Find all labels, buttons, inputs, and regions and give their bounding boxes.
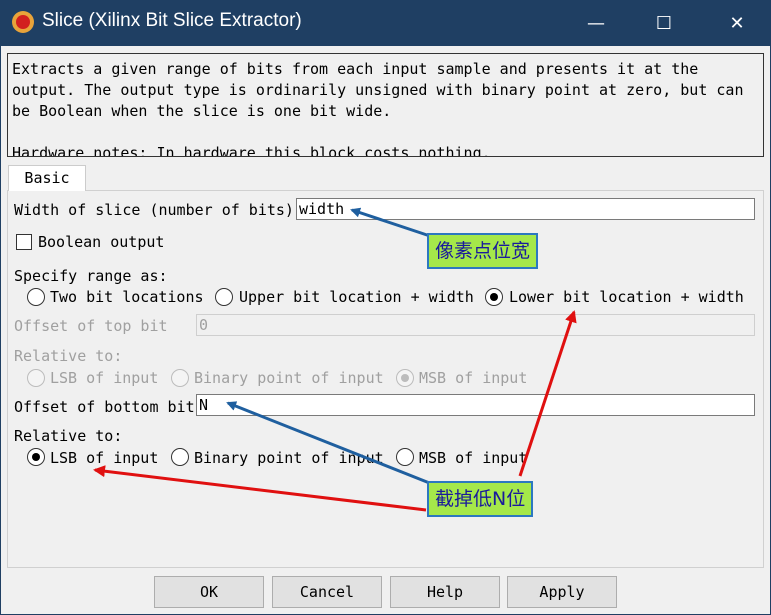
callout-truncate-low-bits: 截掉低N位 (427, 481, 534, 517)
annotation-arrows (93, 207, 577, 512)
ok-button[interactable]: OK (154, 576, 264, 608)
arrow-to-bottom-lsb-option (93, 465, 427, 512)
arrow-to-lower-bit-width-option (518, 310, 577, 477)
help-button[interactable]: Help (390, 576, 500, 608)
cancel-button[interactable]: Cancel (272, 576, 382, 608)
arrow-to-width-input (350, 207, 431, 238)
callout-pixel-width: 像素点位宽 (427, 233, 539, 269)
apply-button[interactable]: Apply (507, 576, 617, 608)
arrow-to-offset-bottom-input (226, 401, 433, 486)
